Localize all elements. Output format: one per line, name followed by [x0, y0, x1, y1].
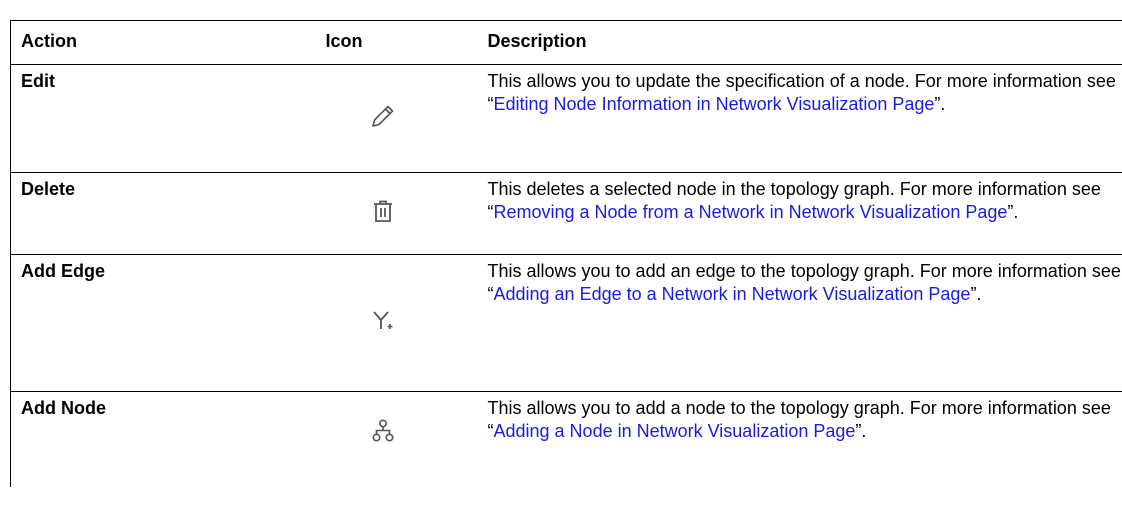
action-name: Edit — [10, 64, 316, 173]
description: This allows you to add an edge to the to… — [477, 254, 1122, 392]
header-icon: Icon — [315, 20, 478, 65]
link-adding-an-edge[interactable]: Adding an Edge to a Network in Network V… — [494, 284, 971, 304]
description: This deletes a selected node in the topo… — [477, 172, 1122, 255]
actions-table: Action Icon Description Edit This allows… — [10, 20, 1122, 487]
trash-icon — [368, 196, 398, 226]
link-removing-a-node[interactable]: Removing a Node from a Network in Networ… — [494, 202, 1008, 222]
header-description: Description — [477, 20, 1122, 65]
description: This allows you to update the specificat… — [477, 64, 1122, 173]
action-name: Delete — [10, 172, 316, 255]
link-adding-a-node[interactable]: Adding a Node in Network Visualization P… — [494, 421, 856, 441]
header-action: Action — [10, 20, 316, 65]
table-row: Add Edge This allows you to add an edge … — [10, 254, 1122, 392]
table-row: Add Node This allows you to add a node t… — [10, 391, 1122, 487]
action-name: Add Edge — [10, 254, 316, 392]
add-node-icon — [368, 416, 398, 446]
table-row: Delete This deletes a selected node in t… — [10, 172, 1122, 255]
description: This allows you to add a node to the top… — [487, 398, 1111, 441]
table-row: Edit This allows you to update the speci… — [10, 64, 1122, 173]
pencil-icon — [368, 101, 398, 131]
add-edge-icon — [368, 305, 398, 335]
header-row: Action Icon Description — [10, 20, 1122, 65]
link-editing-node-information[interactable]: Editing Node Information in Network Visu… — [494, 94, 935, 114]
action-name: Add Node — [10, 391, 316, 487]
